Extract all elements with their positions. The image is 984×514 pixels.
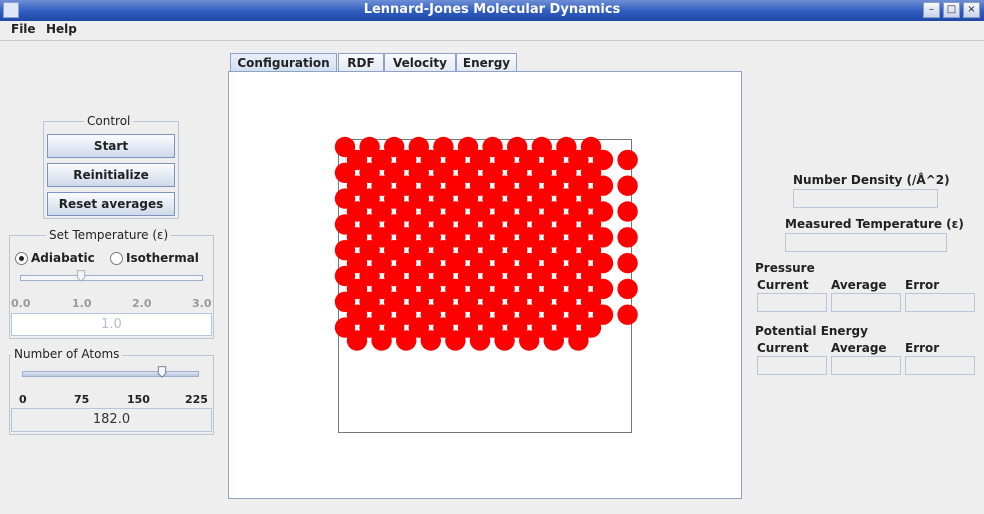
atom (617, 175, 638, 196)
measured-temperature-field (785, 233, 947, 252)
atom (445, 330, 466, 351)
atom (568, 330, 589, 351)
pressure-current-field (757, 293, 827, 312)
temperature-tick-2: 2.0 (132, 297, 152, 310)
temperature-slider-track[interactable] (20, 275, 203, 281)
atoms-tick-150: 150 (127, 393, 150, 406)
potential-energy-error-field (905, 356, 975, 375)
menu-help[interactable]: Help (46, 22, 77, 36)
window-title: Lennard-Jones Molecular Dynamics (363, 2, 621, 17)
atoms-slider-track[interactable] (22, 371, 199, 377)
temperature-tick-3: 3.0 (192, 297, 212, 310)
menu-bar: File Help (0, 21, 984, 41)
adiabatic-label: Adiabatic (31, 251, 95, 265)
pressure-label: Pressure (755, 261, 815, 275)
pressure-average-field (831, 293, 901, 312)
atom (469, 330, 491, 351)
atoms-legend: Number of Atoms (11, 347, 123, 361)
potential-energy-current-label: Current (757, 341, 809, 355)
reset-averages-button[interactable]: Reset averages (47, 192, 175, 216)
isothermal-label: Isothermal (126, 251, 199, 265)
potential-energy-average-field (831, 356, 901, 375)
measured-temperature-label: Measured Temperature (ε) (785, 217, 964, 231)
atom (617, 227, 638, 248)
pressure-average-label: Average (831, 278, 887, 292)
control-legend: Control (84, 114, 134, 128)
temperature-legend: Set Temperature (ε) (46, 228, 172, 242)
atom (617, 201, 638, 222)
maximize-icon[interactable]: □ (943, 2, 960, 18)
isothermal-radio[interactable] (110, 252, 123, 265)
atom (617, 304, 638, 325)
atoms-tick-225: 225 (185, 393, 208, 406)
menu-file[interactable]: File (11, 22, 36, 36)
atom (543, 330, 564, 351)
atom (396, 330, 417, 351)
temperature-tick-0: 0.0 (11, 297, 31, 310)
atoms-tick-0: 0 (19, 393, 27, 406)
tab-energy[interactable]: Energy (456, 53, 517, 72)
start-button[interactable]: Start (47, 134, 175, 158)
atom (617, 149, 638, 171)
close-icon[interactable]: × (963, 2, 980, 18)
tab-configuration[interactable]: Configuration (230, 53, 337, 73)
title-bar: Lennard-Jones Molecular Dynamics – □ × (0, 0, 984, 22)
atoms-tick-75: 75 (74, 393, 90, 406)
atoms-value-field: 182.0 (11, 408, 212, 432)
adiabatic-radio[interactable] (15, 252, 28, 265)
atom-simulation-view (334, 136, 638, 433)
reinitialize-button[interactable]: Reinitialize (47, 163, 175, 187)
tab-velocity[interactable]: Velocity (384, 53, 456, 72)
potential-energy-label: Potential Energy (755, 324, 868, 338)
temperature-slider-thumb[interactable] (75, 270, 87, 282)
atom (371, 330, 392, 351)
atom (346, 330, 368, 351)
tab-rdf[interactable]: RDF (338, 53, 384, 72)
configuration-panel (228, 71, 742, 499)
pressure-error-label: Error (905, 278, 940, 292)
temperature-value-field[interactable]: 1.0 (11, 313, 212, 336)
potential-energy-current-field (757, 356, 827, 375)
atom (420, 330, 441, 351)
number-density-label: Number Density (/Å^2) (793, 173, 950, 187)
pressure-error-field (905, 293, 975, 312)
temperature-tick-1: 1.0 (72, 297, 92, 310)
potential-energy-average-label: Average (831, 341, 887, 355)
atom (617, 252, 638, 274)
number-density-field (793, 189, 938, 208)
atom (519, 330, 540, 351)
atoms-slider-thumb[interactable] (156, 366, 168, 378)
atom (617, 278, 638, 300)
potential-energy-error-label: Error (905, 341, 940, 355)
pressure-current-label: Current (757, 278, 809, 292)
atom (494, 330, 515, 351)
minimize-icon[interactable]: – (923, 2, 940, 18)
